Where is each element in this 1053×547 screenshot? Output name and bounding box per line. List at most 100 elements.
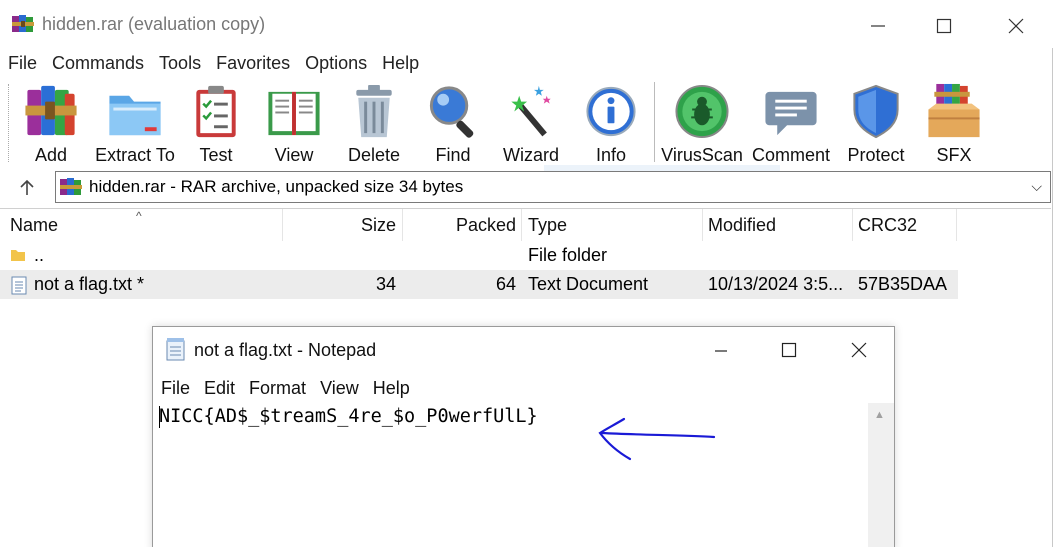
add-button[interactable]: Add xyxy=(20,78,82,166)
delete-button[interactable]: Delete xyxy=(344,78,404,166)
extract-to-label: Extract To xyxy=(95,145,175,165)
table-row[interactable]: not a flag.txt * 34 64 Text Document 10/… xyxy=(0,270,958,299)
notepad-menu-bar: File Edit Format View Help xyxy=(153,375,416,401)
view-label: View xyxy=(274,145,314,165)
menu-tools[interactable]: Tools xyxy=(151,50,208,76)
table-row[interactable]: .. File folder xyxy=(0,241,958,270)
wizard-button[interactable]: Wizard xyxy=(500,78,562,166)
notepad-menu-help[interactable]: Help xyxy=(365,375,416,401)
up-folder-button[interactable] xyxy=(10,174,44,202)
books-stack-icon xyxy=(25,85,77,136)
notepad-vertical-scrollbar[interactable]: ▲ xyxy=(868,403,894,547)
notepad-close-button[interactable] xyxy=(829,333,889,367)
sfx-button[interactable]: SFX xyxy=(922,78,986,166)
info-icon xyxy=(586,86,636,137)
toolbar: Add Extract To Test View Delete Find Wiz… xyxy=(0,78,1053,170)
sfx-box-icon xyxy=(928,83,980,138)
virusscan-button[interactable]: VirusScan xyxy=(661,78,743,166)
trash-can-icon xyxy=(356,84,392,138)
column-header-crc32[interactable]: CRC32 xyxy=(858,209,917,241)
open-book-icon xyxy=(268,91,320,136)
maximize-icon xyxy=(936,18,952,34)
winrar-app-icon xyxy=(12,15,34,32)
file-size: 34 xyxy=(375,274,396,294)
maximize-button[interactable] xyxy=(914,8,974,44)
test-button[interactable]: Test xyxy=(188,78,244,166)
notepad-text-area[interactable]: NICC{AD$_$treamS_4re_$o_P0werfUlL} xyxy=(153,403,868,547)
close-button[interactable] xyxy=(986,8,1046,44)
menu-bar: File Commands Tools Favorites Options He… xyxy=(0,50,426,76)
extract-to-button[interactable]: Extract To xyxy=(92,78,178,166)
notepad-title-bar[interactable]: not a flag.txt - Notepad xyxy=(153,327,894,373)
column-header-size[interactable]: Size xyxy=(282,209,396,241)
shield-icon xyxy=(853,84,899,139)
menu-options[interactable]: Options xyxy=(297,50,374,76)
menu-commands[interactable]: Commands xyxy=(44,50,151,76)
maximize-icon xyxy=(781,342,797,358)
notepad-menu-edit[interactable]: Edit xyxy=(196,375,241,401)
column-divider[interactable] xyxy=(702,209,703,241)
notepad-maximize-button[interactable] xyxy=(759,333,819,367)
column-divider[interactable] xyxy=(852,209,853,241)
minimize-button[interactable] xyxy=(848,8,908,44)
close-icon xyxy=(1008,18,1024,34)
address-bar: hidden.rar - RAR archive, unpacked size … xyxy=(0,170,1053,206)
text-document-icon xyxy=(11,276,27,295)
info-label: Info xyxy=(595,145,627,165)
menu-help[interactable]: Help xyxy=(374,50,426,76)
folder-icon xyxy=(11,250,25,261)
notepad-menu-format[interactable]: Format xyxy=(241,375,312,401)
checklist-icon xyxy=(196,85,236,138)
title-bar[interactable]: hidden.rar (evaluation copy) xyxy=(0,0,1053,48)
comment-button[interactable]: Comment xyxy=(750,78,832,166)
file-packed: 64 xyxy=(495,274,516,294)
minimize-icon xyxy=(715,350,727,352)
find-button[interactable]: Find xyxy=(422,78,484,166)
folder-extract-icon xyxy=(109,95,161,136)
add-label: Add xyxy=(34,145,68,165)
file-modified: 10/13/2024 3:5... xyxy=(708,274,844,294)
bug-scan-icon xyxy=(675,84,729,139)
comment-label: Comment xyxy=(751,145,831,165)
column-header-name[interactable]: Name xyxy=(10,209,58,241)
virusscan-label: VirusScan xyxy=(661,145,743,165)
rar-archive-icon xyxy=(60,178,82,195)
notepad-content: NICC{AD$_$treamS_4re_$o_P0werfUlL} xyxy=(159,406,538,427)
column-divider[interactable] xyxy=(521,209,522,241)
arrow-up-icon xyxy=(20,179,34,195)
notepad-menu-file[interactable]: File xyxy=(153,375,196,401)
chevron-down-icon[interactable]: ⌵ xyxy=(1031,178,1042,195)
delete-label: Delete xyxy=(347,145,401,165)
protect-button[interactable]: Protect xyxy=(844,78,908,166)
find-label: Find xyxy=(435,145,471,165)
file-name: .. xyxy=(34,245,45,265)
test-label: Test xyxy=(199,145,233,165)
window-title: hidden.rar (evaluation copy) xyxy=(42,14,266,34)
notepad-window: not a flag.txt - Notepad File Edit Forma… xyxy=(152,326,895,547)
sort-ascending-icon: ^ xyxy=(136,209,142,223)
scroll-up-arrow-icon[interactable]: ▲ xyxy=(874,409,885,421)
file-type: File folder xyxy=(528,245,608,265)
notepad-title: not a flag.txt - Notepad xyxy=(194,340,377,360)
wizard-label: Wizard xyxy=(502,145,559,165)
close-icon xyxy=(851,342,867,358)
menu-favorites[interactable]: Favorites xyxy=(208,50,297,76)
protect-label: Protect xyxy=(847,145,905,165)
speech-bubble-icon xyxy=(765,91,817,136)
view-button[interactable]: View xyxy=(262,78,326,166)
sfx-label: SFX xyxy=(936,145,972,165)
column-divider[interactable] xyxy=(956,209,957,241)
address-combobox[interactable]: hidden.rar - RAR archive, unpacked size … xyxy=(55,171,1051,203)
menu-file[interactable]: File xyxy=(0,50,44,76)
column-header-type[interactable]: Type xyxy=(528,209,567,241)
toolbar-separator xyxy=(654,82,655,162)
column-header-packed[interactable]: Packed xyxy=(402,209,516,241)
notepad-menu-view[interactable]: View xyxy=(312,375,365,401)
file-crc32: 57B35DAA xyxy=(858,274,948,294)
minimize-icon xyxy=(871,25,885,27)
magnifier-icon xyxy=(429,86,474,138)
column-header-modified[interactable]: Modified xyxy=(708,209,776,241)
toolbar-grip xyxy=(8,84,10,162)
info-button[interactable]: Info xyxy=(584,78,638,166)
notepad-minimize-button[interactable] xyxy=(691,333,751,367)
